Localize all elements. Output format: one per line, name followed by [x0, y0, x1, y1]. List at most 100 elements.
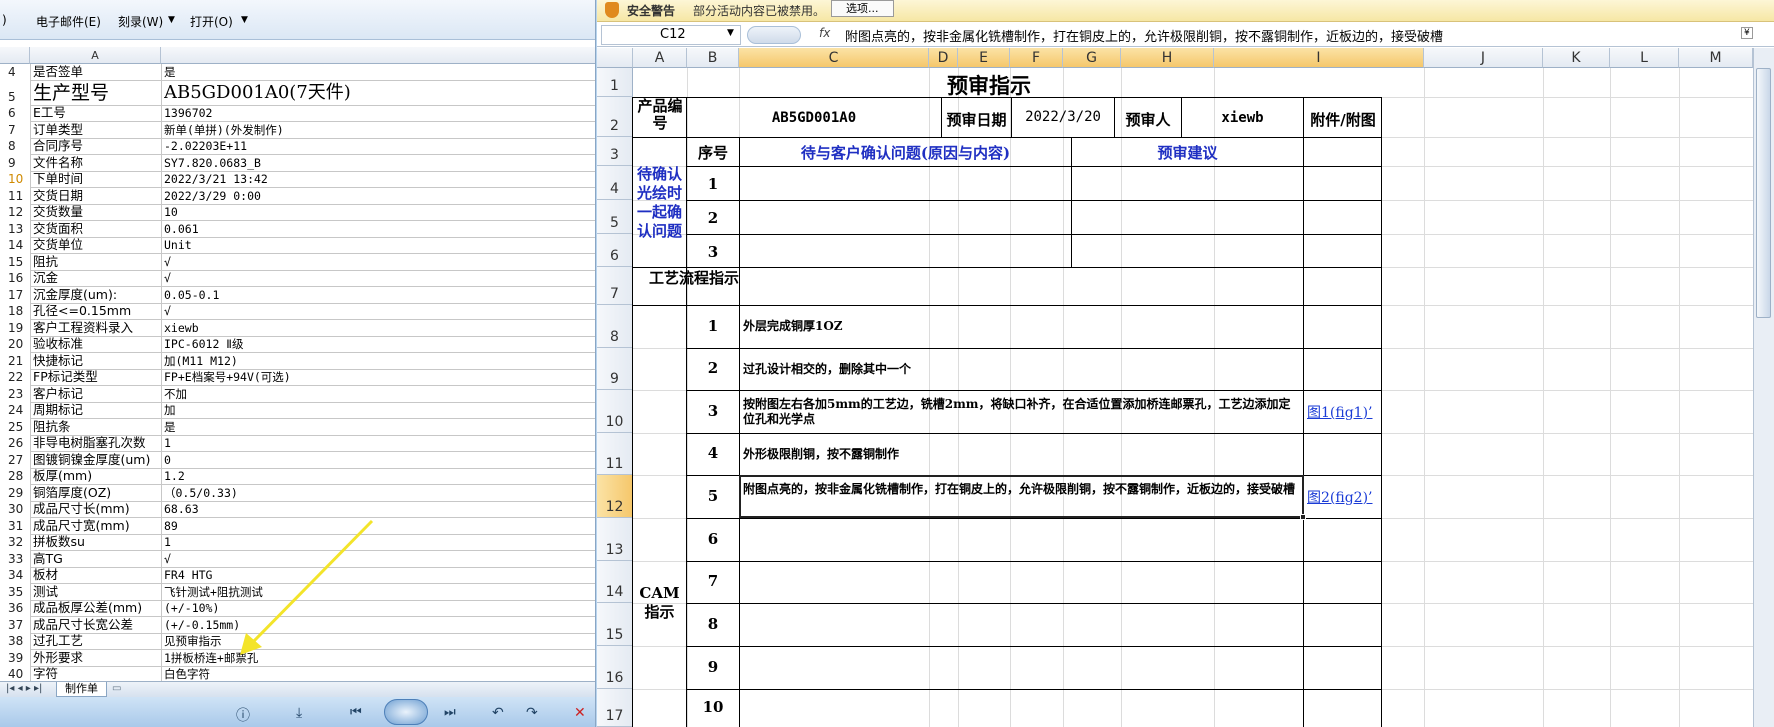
field-label[interactable]: 订单类型 — [33, 122, 161, 138]
play-button[interactable] — [384, 699, 428, 725]
row-number[interactable]: 16 — [8, 270, 30, 286]
row-number[interactable]: 36 — [8, 600, 30, 616]
field-value[interactable]: 0 — [164, 452, 594, 468]
column-header[interactable]: E — [958, 48, 1010, 68]
field-label[interactable]: 非导电树脂塞孔次数 — [33, 435, 161, 451]
field-label[interactable]: 字符 — [33, 666, 161, 682]
row-header[interactable]: 7 — [597, 267, 633, 305]
row-number[interactable]: 6 — [8, 105, 30, 121]
field-label[interactable]: 图镀铜镍金厚度(um) — [33, 452, 161, 468]
row-header[interactable]: 8 — [597, 305, 633, 348]
column-header-a[interactable]: A — [30, 47, 161, 64]
field-value[interactable]: 1.2 — [164, 468, 594, 484]
field-label[interactable]: 孔径<=0.15mm — [33, 303, 161, 319]
column-header[interactable]: D — [929, 48, 958, 68]
field-label[interactable]: 交货面积 — [33, 221, 161, 237]
field-label[interactable]: 成品板厚公差(mm) — [33, 600, 161, 616]
row-header[interactable]: 12 — [597, 475, 633, 518]
field-value[interactable]: 加 — [164, 402, 594, 418]
row-number[interactable]: 34 — [8, 567, 30, 583]
field-label[interactable]: 交货单位 — [33, 237, 161, 253]
next-icon[interactable]: ⏭ — [444, 705, 456, 720]
select-all-corner[interactable] — [597, 48, 633, 68]
row-number[interactable]: 25 — [8, 419, 30, 435]
field-value[interactable]: 2022/3/21 13:42 — [164, 171, 594, 187]
field-label[interactable]: 交货日期 — [33, 188, 161, 204]
field-label[interactable]: 高TG — [33, 551, 161, 567]
row-number[interactable]: 22 — [8, 369, 30, 385]
row-number[interactable]: 28 — [8, 468, 30, 484]
field-value[interactable]: 加(M11 M12) — [164, 353, 594, 369]
field-value[interactable]: √ — [164, 254, 594, 270]
cam-step-text[interactable]: 外层完成铜厚1OZ — [743, 319, 1301, 334]
field-value[interactable]: 1396702 — [164, 105, 594, 121]
field-label[interactable]: 测试 — [33, 584, 161, 600]
rotate-left-icon[interactable]: ↶ — [492, 705, 504, 721]
rotate-right-icon[interactable]: ↷ — [526, 705, 538, 721]
row-header[interactable]: 11 — [597, 433, 633, 475]
row-number[interactable]: 24 — [8, 402, 30, 418]
field-label[interactable]: 板厚(mm) — [33, 468, 161, 484]
row-number[interactable]: 20 — [8, 336, 30, 352]
row-number[interactable]: 21 — [8, 353, 30, 369]
cam-step-text[interactable]: 外形极限削铜，按不露铜制作 — [743, 447, 1301, 462]
field-label[interactable]: 成品尺寸长(mm) — [33, 501, 161, 517]
row-number[interactable]: 8 — [8, 138, 30, 154]
row-header[interactable]: 1 — [597, 68, 633, 97]
field-value[interactable]: 10 — [164, 204, 594, 220]
field-value[interactable]: 2022/3/29 0:00 — [164, 188, 594, 204]
field-value[interactable]: √ — [164, 303, 594, 319]
row-number[interactable]: 26 — [8, 435, 30, 451]
field-value[interactable]: Unit — [164, 237, 594, 253]
field-value[interactable]: （0.5/0.33) — [164, 485, 594, 501]
formula-input[interactable]: 附图点亮的，按非金属化铣槽制作，打在铜皮上的，允许极限削铜，按不露铜制作，近板边… — [845, 26, 1745, 45]
field-label[interactable]: 成品尺寸宽(mm) — [33, 518, 161, 534]
row-number[interactable]: 13 — [8, 221, 30, 237]
column-header-b[interactable] — [161, 47, 595, 64]
row-number[interactable]: 40 — [8, 666, 30, 682]
field-label[interactable]: 阻抗 — [33, 254, 161, 270]
sheet-nav-icon[interactable]: |◂ ◂ ▸ ▸| — [6, 683, 42, 694]
delete-icon[interactable]: ✕ — [574, 705, 586, 721]
field-value[interactable]: 不加 — [164, 386, 594, 402]
row-number[interactable]: 7 — [8, 122, 30, 138]
attachment-link[interactable]: 图1(fig1)’ — [1307, 402, 1373, 422]
column-header[interactable]: L — [1610, 48, 1679, 68]
burn-dropdown-icon[interactable]: ▼ — [168, 15, 175, 25]
row-number[interactable]: 37 — [8, 617, 30, 633]
function-icon[interactable]: fx — [819, 26, 830, 40]
field-label[interactable]: 快捷标记 — [33, 353, 161, 369]
row-number[interactable]: 9 — [8, 155, 30, 171]
cam-step-text[interactable]: 过孔设计相交的，删除其中一个 — [743, 362, 1301, 377]
row-number[interactable]: 29 — [8, 485, 30, 501]
menu-open[interactable]: 打开(O) — [190, 13, 233, 30]
row-number[interactable]: 14 — [8, 237, 30, 253]
row-number[interactable]: 23 — [8, 386, 30, 402]
row-header[interactable]: 16 — [597, 646, 633, 689]
vertical-scrollbar[interactable] — [1753, 48, 1774, 727]
menu-burn[interactable]: 刻录(W) — [118, 13, 163, 30]
field-value[interactable]: √ — [164, 270, 594, 286]
row-number[interactable]: 31 — [8, 518, 30, 534]
help-icon[interactable]: ⓘ — [236, 705, 250, 725]
field-label[interactable]: 交货数量 — [33, 204, 161, 220]
row-number[interactable]: 11 — [8, 188, 30, 204]
field-value[interactable]: -2.02203E+11 — [164, 138, 594, 154]
field-value[interactable]: 1 — [164, 435, 594, 451]
field-value[interactable]: SY7.820.0683_B — [164, 155, 594, 171]
field-value[interactable]: 0.061 — [164, 221, 594, 237]
field-label[interactable]: 外形要求 — [33, 650, 161, 666]
column-header[interactable]: F — [1010, 48, 1063, 68]
selected-cell-c12[interactable] — [739, 475, 1304, 518]
column-header[interactable]: B — [687, 48, 739, 68]
field-label[interactable]: 周期标记 — [33, 402, 161, 418]
menu-email[interactable]: 电子邮件(E) — [36, 13, 101, 30]
row-header[interactable]: 9 — [597, 348, 633, 390]
row-number[interactable]: 15 — [8, 254, 30, 270]
row-number[interactable]: 12 — [8, 204, 30, 220]
row-header[interactable]: 14 — [597, 561, 633, 603]
row-header[interactable]: 10 — [597, 390, 633, 433]
field-label[interactable]: E工号 — [33, 105, 161, 121]
field-label[interactable]: 过孔工艺 — [33, 633, 161, 649]
row-number[interactable]: 35 — [8, 584, 30, 600]
